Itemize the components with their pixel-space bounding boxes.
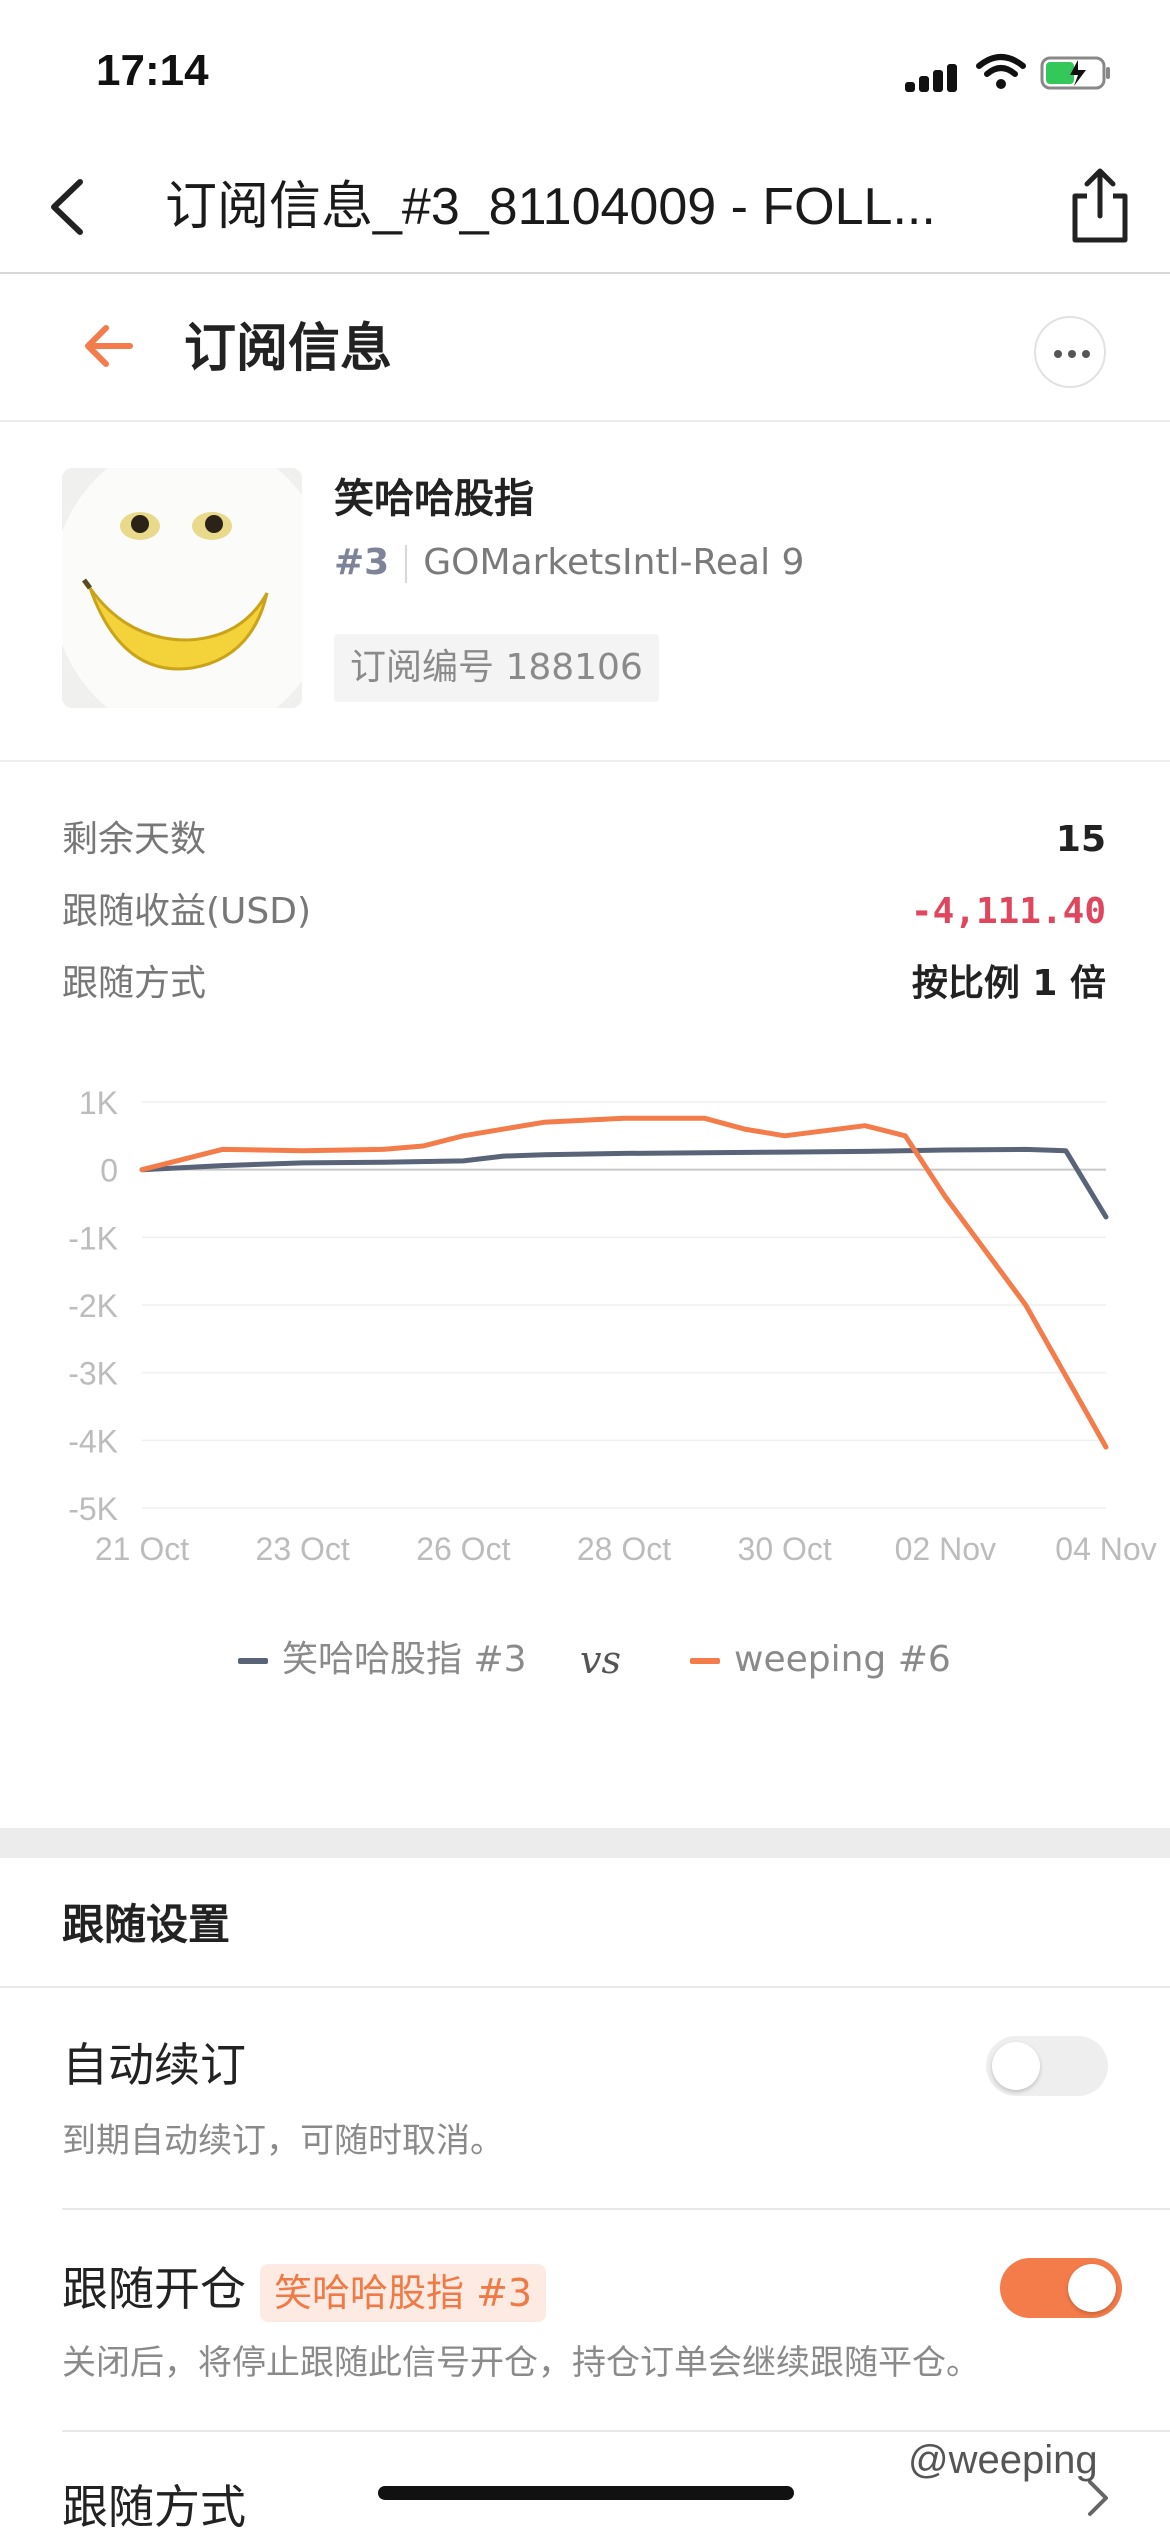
share-icon[interactable] — [1065, 166, 1135, 246]
stat-row-profit: 跟随收益(USD) -4,111.40 — [62, 882, 1106, 942]
nav-title: 订阅信息_#3_81104009 - FOLL... — [165, 178, 936, 236]
settings-section-title: 跟随设置 — [62, 1900, 231, 1949]
signal-server: GOMarketsIntl-Real 9 — [423, 542, 805, 583]
y-tick-label: -5K — [68, 1491, 118, 1527]
y-tick-label: 1K — [79, 1085, 118, 1121]
mode-value: 按比例 1 倍 — [911, 963, 1106, 1004]
back-arrow-icon[interactable] — [80, 316, 136, 376]
y-tick-label: 0 — [100, 1153, 118, 1189]
days-left-value: 15 — [1055, 819, 1106, 860]
series-line-a — [139, 1146, 1109, 1220]
x-tick-label: 21 Oct — [95, 1531, 189, 1567]
follow-open-toggle[interactable] — [1000, 2258, 1122, 2318]
status-bar: 17:14 — [0, 0, 1170, 140]
days-left-label: 剩余天数 — [62, 819, 207, 860]
stats-list: 剩余天数 15 跟随收益(USD) -4,111.40 跟随方式 按比例 1 倍 — [0, 790, 1170, 1020]
profit-label: 跟随收益(USD) — [62, 891, 312, 932]
wifi-icon — [976, 54, 1026, 89]
follow-open-row: 跟随开仓 笑哈哈股指 #3 — [62, 2254, 547, 2324]
x-tick-label: 26 Oct — [416, 1531, 510, 1567]
legend-swatch-series-b — [690, 1658, 720, 1664]
signal-name: 笑哈哈股指 — [334, 476, 534, 522]
status-time: 17:14 — [96, 46, 209, 95]
follow-open-desc: 关闭后，将停止跟随此信号开仓，持仓订单会继续跟随平仓。 — [62, 2343, 980, 2383]
x-tick-label: 23 Oct — [256, 1531, 350, 1567]
auto-renew-toggle[interactable] — [986, 2036, 1108, 2096]
x-tick-label: 04 Nov — [1055, 1531, 1156, 1567]
chart-legend: 笑哈哈股指 #3 vs weeping #6 — [0, 1630, 1170, 1690]
auto-renew-label: 自动续订 — [62, 2038, 246, 2092]
nav-bar: 订阅信息_#3_81104009 - FOLL... — [0, 140, 1170, 274]
section-gap — [0, 1828, 1170, 1858]
y-tick-label: -2K — [68, 1288, 118, 1324]
avatar — [62, 468, 302, 708]
y-tick-label: -4K — [68, 1423, 118, 1459]
stat-row-mode: 跟随方式 按比例 1 倍 — [62, 954, 1106, 1014]
x-tick-label: 28 Oct — [577, 1531, 671, 1567]
follow-open-label: 跟随开仓 — [62, 2262, 246, 2316]
more-options-button[interactable] — [1034, 316, 1106, 388]
legend-vs: vs — [580, 1638, 621, 1682]
toggle-knob — [1068, 2264, 1116, 2312]
settings-divider — [0, 1986, 1170, 1988]
legend-item-series-a: 笑哈哈股指 #3 — [238, 1630, 527, 1690]
legend-item-series-b: weeping #6 — [690, 1630, 951, 1690]
home-indicator[interactable] — [378, 2486, 794, 2500]
legend-label-series-b: weeping #6 — [734, 1639, 951, 1680]
signal-icon — [905, 60, 957, 94]
auto-renew-desc: 到期自动续订，可随时取消。 — [62, 2121, 504, 2161]
toggle-knob — [992, 2042, 1040, 2090]
y-tick-label: -3K — [68, 1356, 118, 1392]
page-header: 订阅信息 — [0, 276, 1170, 422]
follow-mode-setting-label[interactable]: 跟随方式 — [62, 2472, 246, 2532]
performance-chart: 1K 0 -1K -2K -3K -4K -5K 21 Oct 23 Oct 26 Oct 28 O… — [0, 1060, 1170, 1580]
y-tick-label: -1K — [68, 1220, 118, 1256]
subscription-number-tag: 订阅编号 188106 — [334, 634, 659, 702]
signal-meta: #3 GOMarketsIntl-Real 9 — [334, 542, 804, 583]
x-tick-label: 02 Nov — [895, 1531, 996, 1567]
mode-label: 跟随方式 — [62, 963, 207, 1004]
page-title: 订阅信息 — [184, 319, 393, 379]
signal-profile: 笑哈哈股指 #3 GOMarketsIntl-Real 9 订阅编号 188106 — [0, 424, 1170, 762]
x-tick-label: 30 Oct — [738, 1531, 832, 1567]
signal-number: #3 — [334, 542, 390, 583]
chevron-right-icon[interactable] — [1082, 2478, 1112, 2518]
meta-separator — [405, 545, 408, 583]
setting-divider — [62, 2430, 1170, 2432]
profit-value: -4,111.40 — [910, 891, 1106, 932]
setting-divider — [62, 2208, 1170, 2210]
stat-row-days-left: 剩余天数 15 — [62, 810, 1106, 870]
follow-open-tag: 笑哈哈股指 #3 — [260, 2263, 547, 2322]
watermark: @weeping — [908, 2438, 1098, 2482]
battery-icon — [1040, 56, 1110, 90]
back-chevron-icon[interactable] — [40, 174, 100, 240]
legend-swatch-series-a — [238, 1658, 268, 1664]
chart-svg: 1K 0 -1K -2K -3K -4K -5K 21 Oct 23 Oct 26 Oct 28 O… — [68, 1085, 1156, 1567]
series-line-b — [139, 1115, 1109, 1450]
legend-label-series-a: 笑哈哈股指 #3 — [282, 1639, 527, 1680]
